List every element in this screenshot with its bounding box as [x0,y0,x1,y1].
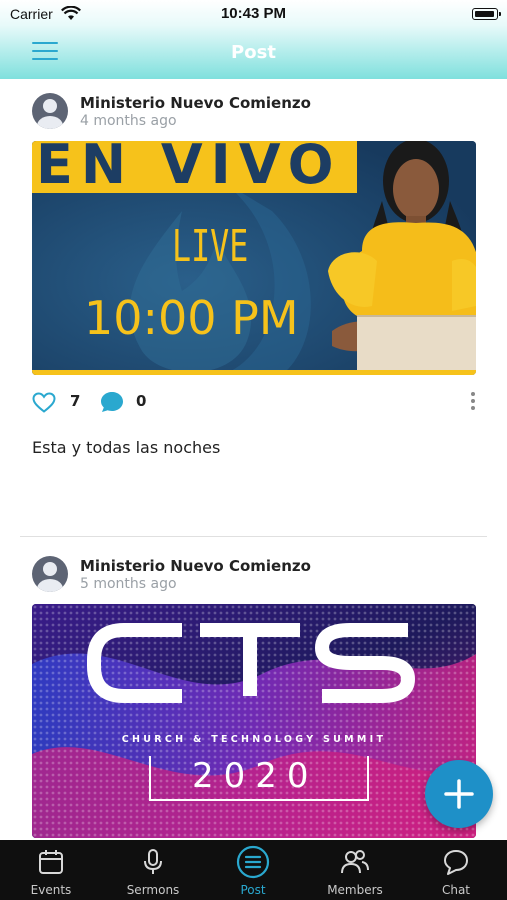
tab-label: Chat [441,883,471,897]
image-time-label: 10:00 PM [84,291,299,345]
tab-events[interactable]: Events [10,840,92,900]
members-icon [341,850,369,874]
headline-band: EN VIVO [32,141,357,196]
cts-graphic [32,604,476,838]
avatar[interactable] [32,93,68,129]
comment-icon[interactable] [100,391,124,413]
status-bar: Carrier 10:43 PM [0,0,507,28]
post-time: 4 months ago [80,113,177,129]
battery-icon [472,8,501,20]
tab-chat[interactable]: Chat [416,840,496,900]
tab-bar: Events Sermons Post Members Chat [0,840,507,900]
tab-label: Events [30,883,72,897]
chat-bubble-icon [444,850,468,875]
plus-icon [444,779,474,809]
image-subtitle: CHURCH & TECHNOLOGY SUMMIT [121,734,387,745]
post-time: 5 months ago [80,576,177,592]
post-actions: 7 0 [32,390,476,414]
post-image[interactable]: CHURCH & TECHNOLOGY SUMMIT 2020 [32,604,476,838]
status-time: 10:43 PM [220,5,287,22]
image-year: 2020 [192,756,319,796]
post-author[interactable]: Ministerio Nuevo Comienzo [80,557,311,575]
tab-label: Post [240,883,266,897]
tab-post[interactable]: Post [212,840,294,900]
post-list-icon [236,845,270,879]
microphone-icon [144,849,162,874]
tab-sermons[interactable]: Sermons [110,840,196,900]
post-card: Ministerio Nuevo Comienzo 4 months ago E… [0,79,507,536]
bottom-band [32,370,476,375]
page-title: Post [231,42,276,63]
avatar[interactable] [32,556,68,592]
more-options-icon[interactable] [470,392,476,412]
post-feed[interactable]: Ministerio Nuevo Comienzo 4 months ago E… [0,79,507,840]
post-caption: Esta y todas las noches [32,438,221,457]
comment-count: 0 [136,392,147,410]
like-count: 7 [70,392,81,410]
tab-members[interactable]: Members [312,840,398,900]
post-image[interactable]: EN VIVO LIVE 10:00 PM [32,141,476,375]
add-post-button[interactable] [425,760,493,828]
top-bar: Carrier 10:43 PM Post [0,0,507,79]
calendar-icon [39,850,63,874]
image-live-label: LIVE [172,221,249,272]
heart-icon[interactable] [32,392,56,413]
tab-label: Sermons [126,883,180,897]
tab-label: Members [327,883,383,897]
image-headline: EN VIVO [36,141,342,196]
post-author[interactable]: Ministerio Nuevo Comienzo [80,94,311,112]
